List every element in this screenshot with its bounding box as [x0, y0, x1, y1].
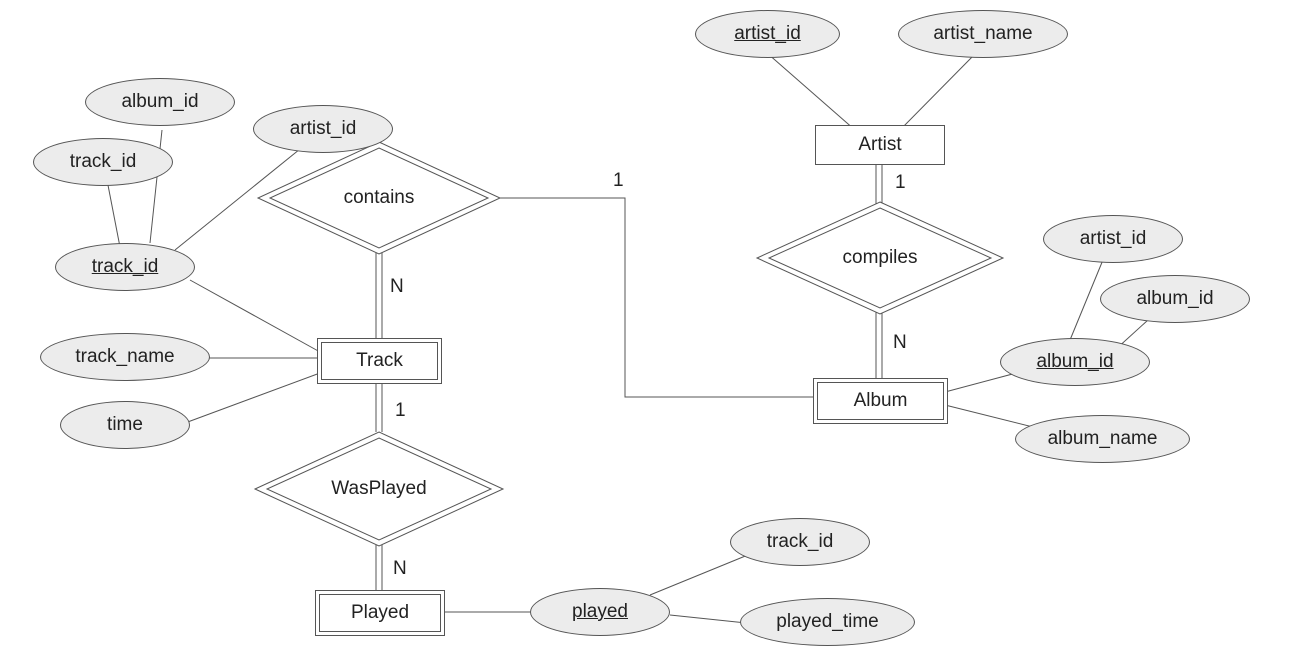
attr-track-id-discrim: track_id: [33, 138, 173, 186]
attr-label: album_id: [1036, 351, 1113, 373]
attr-played-pk: played: [530, 588, 670, 636]
cardinality-contains-album: 1: [613, 170, 624, 192]
attr-played-time: played_time: [740, 598, 915, 646]
relationship-wasplayed: WasPlayed: [253, 430, 505, 548]
cardinality-compiles-artist: 1: [895, 172, 906, 194]
attr-album-id-pk: album_id: [1000, 338, 1150, 386]
entity-artist: Artist: [815, 125, 945, 165]
relationship-contains: contains: [256, 140, 502, 256]
attr-label: track_id: [92, 256, 159, 278]
entity-album: Album: [813, 378, 948, 424]
cardinality-wasplayed-played: N: [393, 558, 407, 580]
attr-track-album-id: album_id: [85, 78, 235, 126]
entity-label: Artist: [858, 134, 901, 156]
attr-track-name: track_name: [40, 333, 210, 381]
attr-label: time: [107, 414, 143, 436]
cardinality-wasplayed-track: 1: [395, 400, 406, 422]
attr-track-time: time: [60, 401, 190, 449]
attr-artist-name: artist_name: [898, 10, 1068, 58]
attr-label: album_name: [1048, 428, 1158, 450]
attr-album-name: album_name: [1015, 415, 1190, 463]
attr-label: artist_id: [290, 118, 357, 140]
attr-label: album_id: [1136, 288, 1213, 310]
attr-label: played_time: [776, 611, 878, 633]
attr-label: track_name: [75, 346, 174, 368]
entity-played: Played: [315, 590, 445, 636]
entity-track: Track: [317, 338, 442, 384]
attr-album-artist-id: artist_id: [1043, 215, 1183, 263]
entity-label: Played: [351, 602, 409, 624]
relationship-compiles: compiles: [755, 200, 1005, 316]
attr-track-id-pk: track_id: [55, 243, 195, 291]
er-diagram: Artist artist_id artist_name compiles Al…: [0, 0, 1295, 655]
entity-label: Track: [356, 350, 403, 372]
attr-label: artist_name: [933, 23, 1032, 45]
attr-played-track-id: track_id: [730, 518, 870, 566]
entity-label: Album: [854, 390, 908, 412]
attr-label: artist_id: [734, 23, 801, 45]
attr-track-artist-id: artist_id: [253, 105, 393, 153]
attr-label: track_id: [767, 531, 834, 553]
attr-label: played: [572, 601, 628, 623]
cardinality-contains-track: N: [390, 276, 404, 298]
attr-label: track_id: [70, 151, 137, 173]
attr-artist-id: artist_id: [695, 10, 840, 58]
attr-album-id-discrim: album_id: [1100, 275, 1250, 323]
cardinality-compiles-album: N: [893, 332, 907, 354]
attr-label: artist_id: [1080, 228, 1147, 250]
attr-label: album_id: [121, 91, 198, 113]
